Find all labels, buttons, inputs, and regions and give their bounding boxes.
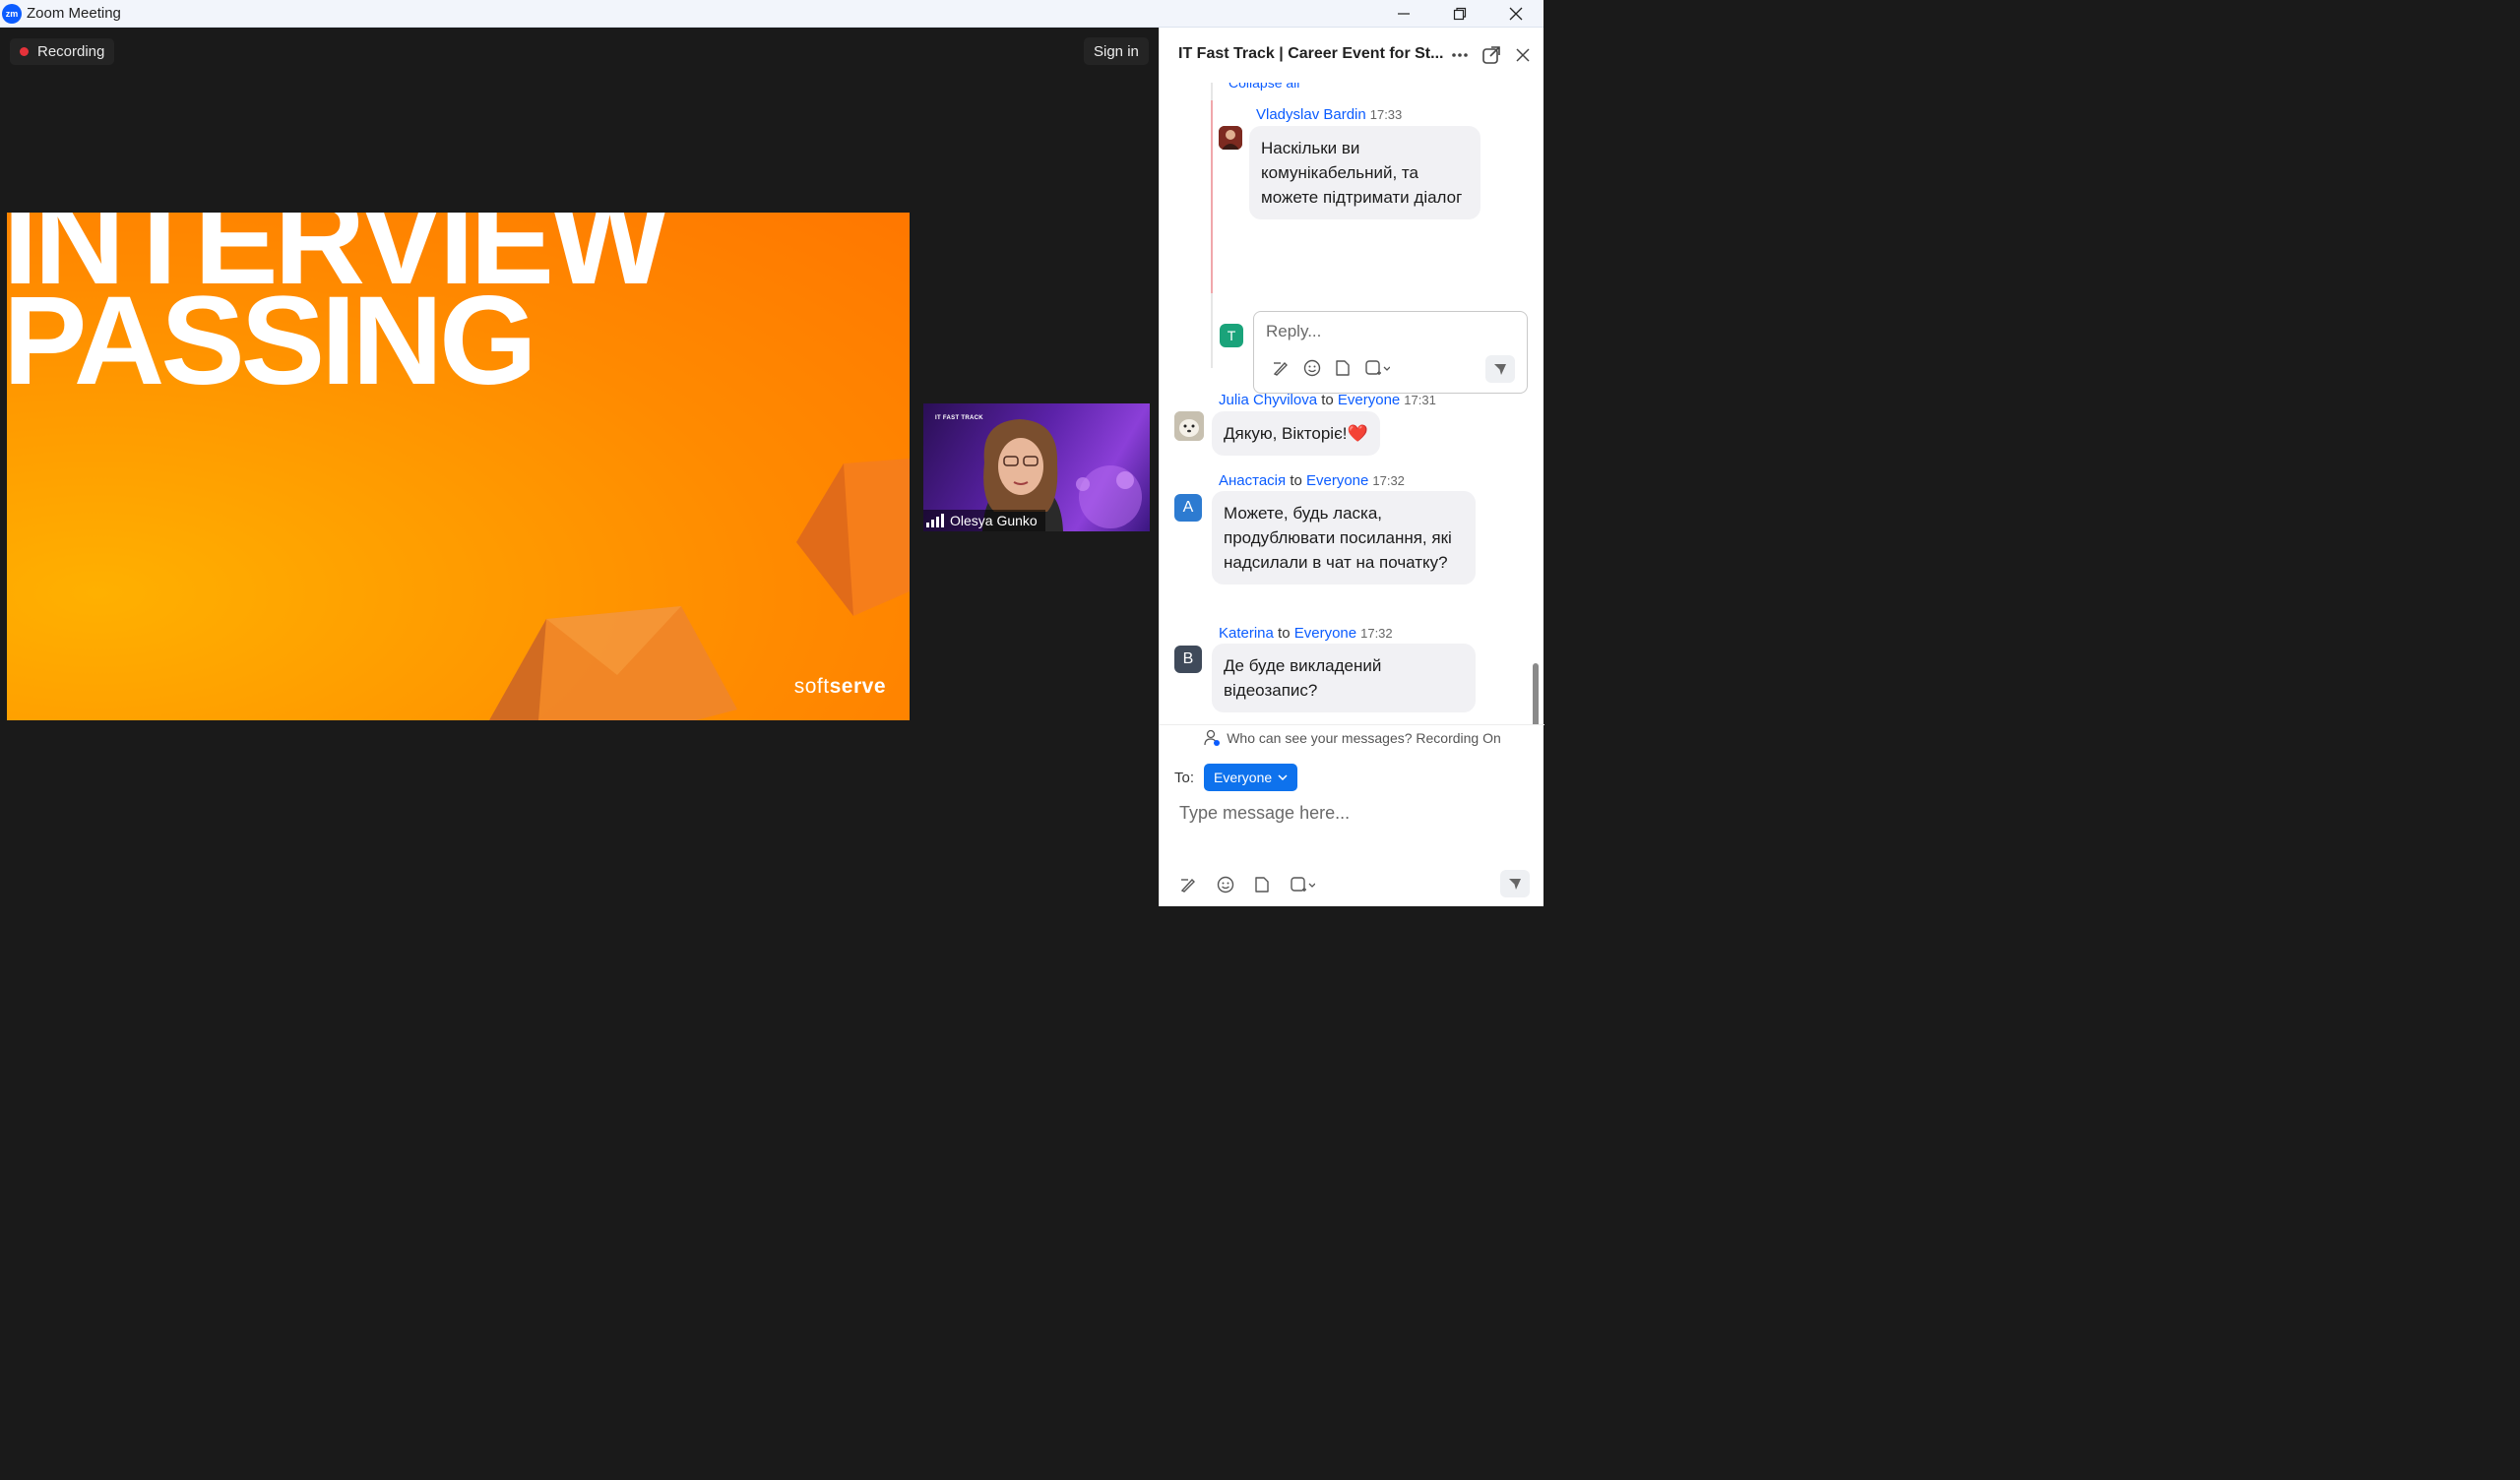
recording-dot-icon <box>20 47 29 56</box>
close-icon <box>1516 48 1530 62</box>
sign-in-button[interactable]: Sign in <box>1084 37 1149 65</box>
message-bubble: Де буде викладений відеозапис? <box>1212 644 1476 712</box>
close-chat-button[interactable] <box>1512 44 1534 66</box>
chat-scrollbar[interactable] <box>1533 663 1539 724</box>
reply-avatar: T <box>1220 324 1243 347</box>
compose-toolbar <box>1179 876 1315 894</box>
minimize-button[interactable] <box>1375 0 1431 28</box>
window-controls <box>1375 0 1544 28</box>
avatar-photo-icon <box>1174 411 1204 441</box>
avatar <box>1174 411 1204 441</box>
chat-panel: IT Fast Track | Career Event for St... C… <box>1159 28 1544 906</box>
message-sender: Julia Chyvilova to Everyone 17:31 <box>1219 392 1436 408</box>
emoji-icon[interactable] <box>1217 876 1234 894</box>
recipient-value: Everyone <box>1214 770 1273 785</box>
avatar <box>1219 126 1242 150</box>
send-icon <box>1509 879 1521 890</box>
recipient-row: To: Everyone <box>1174 764 1298 791</box>
message-sender: Анастасія to Everyone 17:32 <box>1219 472 1405 489</box>
message-bubble: Дякую, Вікторіє!❤️ <box>1212 411 1380 456</box>
more-options-button[interactable] <box>1449 44 1471 66</box>
close-icon <box>1509 7 1522 21</box>
message-bubble: Можете, будь ласка, продублювати посилан… <box>1212 491 1476 585</box>
reply-toolbar <box>1272 359 1390 377</box>
send-button[interactable] <box>1500 870 1530 897</box>
shared-screen-slide: INTERVIEW PASSING softserve <box>7 213 910 720</box>
more-horizontal-icon <box>1452 53 1468 57</box>
minimize-icon <box>1397 13 1410 15</box>
meeting-area: Recording Sign in INTERVIEW PASSING soft… <box>0 28 1159 906</box>
to-label: To: <box>1174 769 1195 786</box>
emoji-icon[interactable] <box>1303 359 1321 377</box>
screenshot-icon[interactable] <box>1290 876 1315 894</box>
pop-out-icon <box>1482 46 1500 64</box>
avatar: B <box>1174 646 1202 673</box>
send-icon <box>1494 364 1506 375</box>
avatar: A <box>1174 494 1202 522</box>
chat-header: IT Fast Track | Career Event for St... <box>1160 28 1544 83</box>
privacy-text: Who can see your messages? Recording On <box>1227 729 1501 746</box>
message-sender: Vladyslav Bardin 17:33 <box>1256 106 1403 123</box>
thread-highlight-line <box>1211 100 1213 293</box>
user-visibility-icon <box>1204 729 1221 746</box>
softserve-logo: softserve <box>793 675 886 698</box>
file-icon[interactable] <box>1254 876 1270 894</box>
privacy-notice[interactable]: Who can see your messages? Recording On <box>1160 724 1544 750</box>
reply-placeholder: Reply... <box>1266 322 1322 340</box>
collapse-all-link[interactable]: Collapse all <box>1228 83 1299 91</box>
participant-name-label: Olesya Gunko <box>923 510 1045 531</box>
file-icon[interactable] <box>1335 359 1351 377</box>
signal-strength-icon <box>926 514 944 527</box>
chevron-down-icon <box>1278 774 1288 780</box>
reply-send-button[interactable] <box>1485 355 1515 383</box>
reply-input[interactable]: Reply... <box>1253 311 1528 394</box>
close-window-button[interactable] <box>1487 0 1544 28</box>
restore-icon <box>1453 7 1466 21</box>
format-text-icon[interactable] <box>1272 359 1290 377</box>
participant-name: Olesya Gunko <box>950 513 1038 528</box>
window-title: Zoom Meeting <box>27 5 121 22</box>
participant-video-tile[interactable]: IT FAST TRACK Olesya Gunko <box>923 403 1150 531</box>
message-bubble: Наскільки ви комунікабельний, та можете … <box>1249 126 1480 219</box>
recording-indicator[interactable]: Recording <box>10 38 115 65</box>
message-sender: Katerina to Everyone 17:32 <box>1219 625 1393 642</box>
chat-messages: Collapse all Vladyslav Bardin 17:33 Наскі… <box>1160 83 1544 724</box>
zoom-logo-icon: zm <box>2 3 22 24</box>
format-text-icon[interactable] <box>1179 876 1197 894</box>
slide-title: INTERVIEW PASSING <box>7 213 669 404</box>
screenshot-icon[interactable] <box>1364 359 1390 377</box>
message-input[interactable]: Type message here... <box>1179 803 1350 824</box>
avatar-photo-icon <box>1219 126 1242 150</box>
chat-title: IT Fast Track | Career Event for St... <box>1178 45 1444 62</box>
pop-out-button[interactable] <box>1480 44 1502 66</box>
restore-button[interactable] <box>1431 0 1487 28</box>
title-bar: zm Zoom Meeting <box>0 0 1544 28</box>
recipient-select[interactable]: Everyone <box>1204 764 1298 791</box>
recording-label: Recording <box>37 43 105 60</box>
